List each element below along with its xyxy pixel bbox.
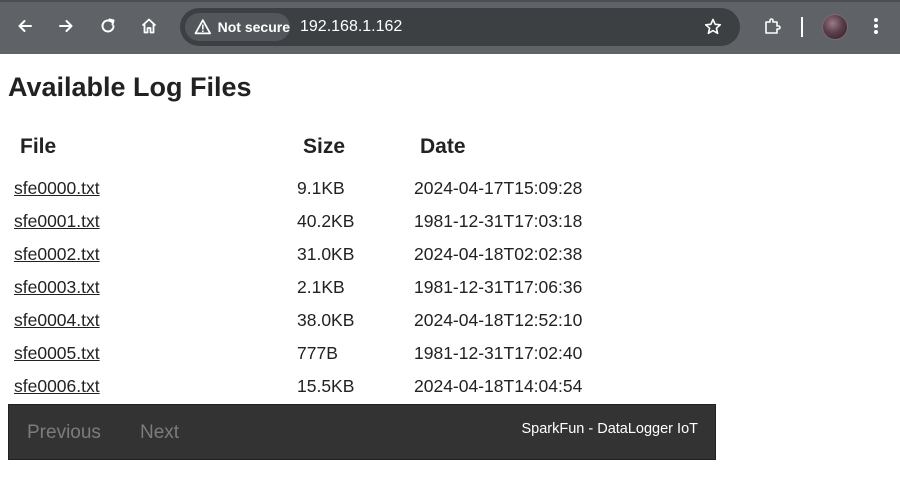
table-row: sfe0004.txt 38.0KB 2024-04-18T12:52:10: [0, 310, 720, 343]
file-date: 1981-12-31T17:03:18: [414, 211, 583, 231]
footer-bar: Previous Next SparkFun - DataLogger IoT: [8, 404, 716, 460]
brand-text: SparkFun - DataLogger IoT: [521, 421, 698, 437]
browser-toolbar: Not secure 192.168.1.162: [0, 0, 900, 54]
next-button[interactable]: Next: [140, 422, 179, 444]
page-title: Available Log Files: [8, 72, 252, 102]
file-date: 1981-12-31T17:06:36: [414, 277, 583, 297]
profile-avatar[interactable]: [822, 14, 848, 40]
table-row: sfe0000.txt 9.1KB 2024-04-17T15:09:28: [0, 178, 720, 211]
url-text[interactable]: 192.168.1.162: [300, 18, 402, 36]
table-row: sfe0003.txt 2.1KB 1981-12-31T17:06:36: [0, 277, 720, 310]
address-bar[interactable]: Not secure 192.168.1.162: [180, 8, 740, 46]
reload-icon: [101, 18, 115, 33]
file-link[interactable]: sfe0005.txt: [14, 343, 100, 364]
toolbar-divider: [801, 17, 803, 37]
file-size: 2.1KB: [297, 277, 345, 297]
warning-triangle-icon: [194, 19, 212, 35]
column-header-date: Date: [420, 135, 466, 158]
file-date: 2024-04-18T12:52:10: [414, 310, 583, 330]
file-date: 2024-04-18T02:02:38: [414, 244, 583, 264]
toolbar-top-edge: [0, 0, 900, 2]
file-size: 31.0KB: [297, 244, 355, 264]
file-date: 1981-12-31T17:02:40: [414, 343, 583, 363]
home-icon: [141, 18, 157, 34]
back-button[interactable]: [11, 12, 39, 40]
security-indicator[interactable]: Not secure: [185, 13, 290, 41]
file-link[interactable]: sfe0003.txt: [14, 277, 100, 298]
file-size: 9.1KB: [297, 178, 345, 198]
browser-menu-button[interactable]: [864, 12, 888, 40]
reload-button[interactable]: [94, 12, 122, 40]
file-link[interactable]: sfe0004.txt: [14, 310, 100, 331]
home-button[interactable]: [135, 12, 163, 40]
more-vertical-icon: [874, 18, 878, 34]
security-label: Not secure: [217, 19, 290, 35]
arrow-right-icon: [59, 20, 73, 32]
file-size: 38.0KB: [297, 310, 355, 330]
previous-button[interactable]: Previous: [27, 422, 101, 444]
extensions-button[interactable]: [758, 12, 786, 40]
forward-button[interactable]: [52, 12, 80, 40]
arrow-left-icon: [18, 20, 32, 32]
table-row: sfe0001.txt 40.2KB 1981-12-31T17:03:18: [0, 211, 720, 244]
file-date: 2024-04-17T15:09:28: [414, 178, 583, 198]
table-row: sfe0002.txt 31.0KB 2024-04-18T02:02:38: [0, 244, 720, 277]
table-row: sfe0005.txt 777B 1981-12-31T17:02:40: [0, 343, 720, 376]
star-icon: [704, 18, 722, 35]
file-date: 2024-04-18T14:04:54: [414, 376, 583, 396]
puzzle-icon: [765, 18, 781, 34]
bookmark-button[interactable]: [700, 14, 726, 40]
file-link[interactable]: sfe0001.txt: [14, 211, 100, 232]
file-size: 40.2KB: [297, 211, 355, 231]
column-header-file: File: [20, 135, 57, 158]
file-size: 15.5KB: [297, 376, 355, 396]
column-header-size: Size: [303, 135, 346, 158]
file-link[interactable]: sfe0002.txt: [14, 244, 100, 265]
file-link[interactable]: sfe0000.txt: [14, 178, 100, 199]
file-link[interactable]: sfe0006.txt: [14, 376, 100, 397]
file-size: 777B: [297, 343, 338, 363]
